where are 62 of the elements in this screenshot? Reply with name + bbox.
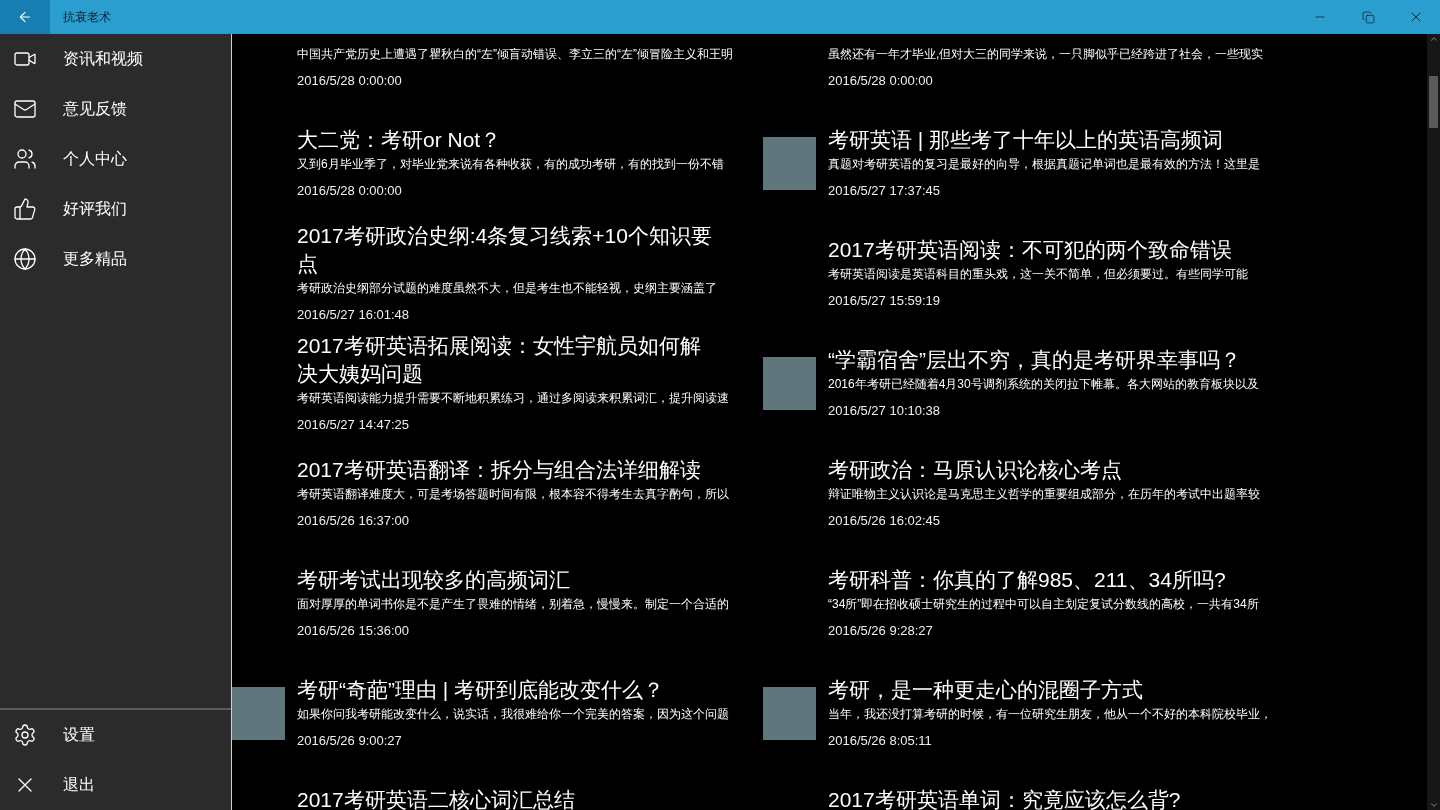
article-date: 2016/5/27 14:47:25 bbox=[297, 415, 411, 434]
article-title[interactable]: 2017考研英语阅读：不可犯的两个致命错误 bbox=[828, 235, 1248, 264]
article-summary: 辩证唯物主义认识论是马克思主义哲学的重要组成部分，在历年的考试中出题率较 bbox=[828, 485, 1261, 503]
article-date: 2016/5/28 0:00:00 bbox=[297, 71, 403, 90]
article-summary: 虽然还有一年才毕业,但对大三的同学来说，一只脚似乎已经跨进了社会，一些现实 bbox=[828, 45, 1265, 63]
nav-item[interactable]: 设置 bbox=[0, 710, 231, 760]
article-title[interactable]: 2017考研英语二核心词汇总结 bbox=[297, 785, 717, 810]
article-title[interactable]: 2017考研英语拓展阅读：女性宇航员如何解决大姨妈问题 bbox=[297, 331, 717, 388]
article-summary: 中国共产党历史上遭遇了瞿秋白的“左”倾盲动错误、李立三的“左”倾冒险主义和王明 bbox=[297, 45, 734, 63]
article-title[interactable]: 2017考研政治史纲:4条复习线索+10个知识要点 bbox=[297, 221, 717, 278]
article-title[interactable]: 2017考研英语单词：究竟应该怎么背? bbox=[828, 785, 1248, 810]
article-title[interactable]: 考研英语 | 那些考了十年以上的英语高频词 bbox=[828, 125, 1248, 154]
article-date: 2016/5/27 10:10:38 bbox=[828, 401, 942, 420]
article-title[interactable]: 考研“奇葩”理由 | 考研到底能改变什么？ bbox=[297, 675, 717, 704]
scroll-up-icon[interactable] bbox=[1428, 34, 1439, 44]
article-summary: 考研英语阅读能力提升需要不断地积累练习，通过多阅读来积累词汇，提升阅读速 bbox=[297, 389, 730, 407]
scroll-down-icon[interactable] bbox=[1428, 800, 1439, 810]
people-icon bbox=[13, 147, 37, 171]
nav-item[interactable]: 资讯和视频 bbox=[0, 34, 231, 84]
nav-item[interactable]: 意见反馈 bbox=[0, 84, 231, 134]
article-date: 2016/5/26 16:02:45 bbox=[828, 511, 942, 530]
article-date: 2016/5/28 0:00:00 bbox=[828, 71, 934, 90]
scrollbar[interactable] bbox=[1427, 34, 1440, 810]
restore-icon bbox=[1361, 10, 1375, 24]
nav-item[interactable]: 好评我们 bbox=[0, 184, 231, 234]
window-title: 抗衰老术 bbox=[63, 8, 112, 26]
article-date: 2016/5/26 8:05:11 bbox=[828, 731, 933, 750]
article-summary: 考研政治史纲部分试题的难度虽然不大，但是考生也不能轻视，史纲主要涵盖了 bbox=[297, 279, 718, 297]
article-summary: 如果你问我考研能改变什么，说实话，我很难给你一个完美的答案，因为这个问题 bbox=[297, 705, 730, 723]
article-summary: 考研英语阅读是英语科目的重头戏，这一关不简单，但必须要过。有些同学可能 bbox=[828, 265, 1249, 283]
article-date: 2016/5/28 0:00:00 bbox=[297, 181, 403, 200]
envelope-icon bbox=[13, 97, 37, 121]
article-summary: 真题对考研英语的复习是最好的向导，根据真题记单词也是最有效的方法！这里是 bbox=[828, 155, 1261, 173]
article-title[interactable]: 大二党：考研or Not？ bbox=[297, 125, 717, 154]
nav-item[interactable]: 更多精品 bbox=[0, 234, 231, 284]
settings-icon bbox=[13, 723, 37, 747]
globe-icon bbox=[13, 247, 37, 271]
article-title[interactable]: 考研政治：马原认识论核心考点 bbox=[828, 455, 1248, 484]
article-summary: “34所”即在招收硕士研究生的过程中可以自主划定复试分数线的高校，一共有34所 bbox=[828, 595, 1260, 613]
article-summary: 面对厚厚的单词书你是不是产生了畏难的情绪，别着急，慢慢来。制定一个合适的 bbox=[297, 595, 730, 613]
thumbs-up-icon bbox=[13, 197, 37, 221]
scroll-thumb[interactable] bbox=[1429, 76, 1438, 128]
article-summary: 2016年考研已经随着4月30号调剂系统的关闭拉下帷幕。各大网站的教育板块以及 bbox=[828, 375, 1260, 393]
article-title[interactable]: 考研科普：你真的了解985、211、34所吗? bbox=[828, 565, 1248, 594]
article-title[interactable]: “学霸宿舍”层出不穷，真的是考研界幸事吗？ bbox=[828, 345, 1248, 374]
back-button[interactable] bbox=[0, 0, 50, 34]
nav-item[interactable]: 退出 bbox=[0, 760, 231, 810]
article-date: 2016/5/26 15:36:00 bbox=[297, 621, 411, 640]
article-title[interactable]: 2017考研英语翻译：拆分与组合法详细解读 bbox=[297, 455, 717, 484]
article-date: 2016/5/27 16:01:48 bbox=[297, 305, 411, 324]
article-date: 2016/5/26 9:28:27 bbox=[828, 621, 934, 640]
article-summary: 考研英语翻译难度大，可是考场答题时间有限，根本容不得考生去真字酌句，所以 bbox=[297, 485, 730, 503]
article-date: 2016/5/27 17:37:45 bbox=[828, 181, 942, 200]
article-date: 2016/5/26 9:00:27 bbox=[297, 731, 403, 750]
article-summary: 当年，我还没打算考研的时候，有一位研究生朋友，他从一个不好的本科院校毕业， bbox=[828, 705, 1273, 723]
article-title[interactable]: 考研，是一种更走心的混圈子方式 bbox=[828, 675, 1248, 704]
article-date: 2016/5/26 16:37:00 bbox=[297, 511, 411, 530]
article-title[interactable]: 考研考试出现较多的高频词汇 bbox=[297, 565, 717, 594]
nav-item[interactable]: 个人中心 bbox=[0, 134, 231, 184]
back-arrow-icon bbox=[17, 9, 33, 25]
article-date: 2016/5/27 15:59:19 bbox=[828, 291, 942, 310]
article-summary: 又到6月毕业季了，对毕业党来说有各种收获，有的成功考研，有的找到一份不错 bbox=[297, 155, 725, 173]
